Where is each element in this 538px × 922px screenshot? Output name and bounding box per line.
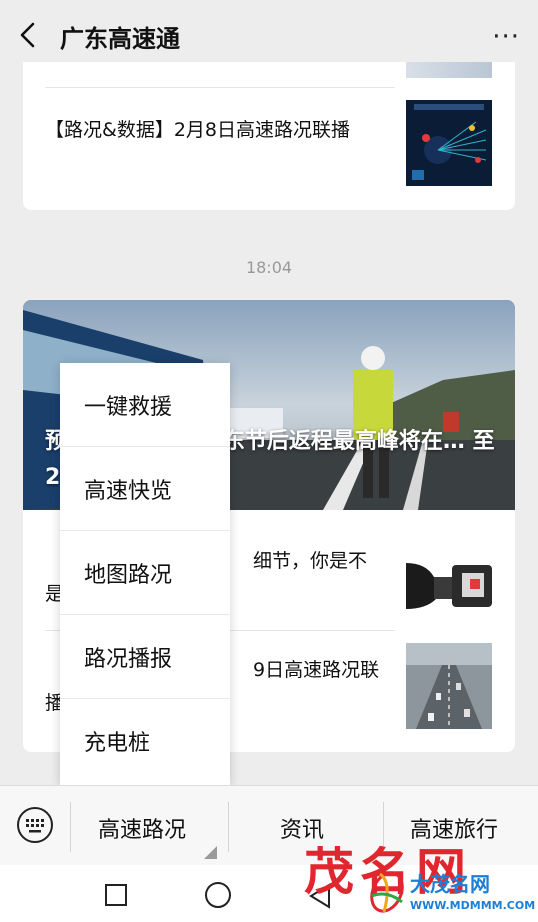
recent-apps-icon[interactable] (105, 884, 127, 906)
divider (45, 87, 395, 88)
article-thumbnail[interactable] (406, 643, 492, 729)
back-arrow-icon[interactable] (14, 20, 44, 50)
watermark: 茂名网 大茂名网 WWW.MDMMM.COM (300, 832, 538, 922)
top-bar: 广东高速通 ··· (0, 0, 538, 70)
menu-tab-traffic[interactable]: 高速路况 (98, 812, 186, 844)
submenu-indicator-icon (204, 846, 217, 859)
submenu-popup: 一键救援 高速快览 地图路况 路况播报 充电桩 (60, 363, 230, 785)
message-timestamp: 18:04 (245, 258, 293, 277)
article-title-visible: 细节，你是不 (253, 550, 368, 572)
menu-item-traffic-report[interactable]: 路况播报 (60, 615, 230, 699)
article-title-visible: 9日高速路况联 (253, 659, 380, 681)
keyboard-icon[interactable] (15, 805, 55, 845)
menu-item-quick-view[interactable]: 高速快览 (60, 447, 230, 531)
watermark-subtitle: 大茂名网 (410, 872, 490, 896)
divider (228, 802, 229, 852)
menu-item-map-traffic[interactable]: 地图路况 (60, 531, 230, 615)
article-title[interactable]: 【路况&数据】2月8日高速路况联播 (45, 114, 395, 147)
article-thumbnail[interactable] (406, 543, 492, 629)
article-thumbnail-partial[interactable] (406, 62, 492, 78)
divider (70, 802, 71, 852)
menu-item-charging-pile[interactable]: 充电桩 (60, 699, 230, 783)
article-thumbnail[interactable] (406, 100, 492, 186)
account-title: 广东高速通 (60, 25, 180, 53)
more-options-icon[interactable]: ··· (492, 22, 520, 52)
home-icon[interactable] (205, 882, 231, 908)
watermark-logo-icon (370, 871, 404, 913)
menu-item-rescue[interactable]: 一键救援 (60, 363, 230, 447)
article-card-previous: 【路况&数据】2月8日高速路况联播 (23, 62, 515, 210)
watermark-url: WWW.MDMMM.COM (410, 899, 536, 912)
